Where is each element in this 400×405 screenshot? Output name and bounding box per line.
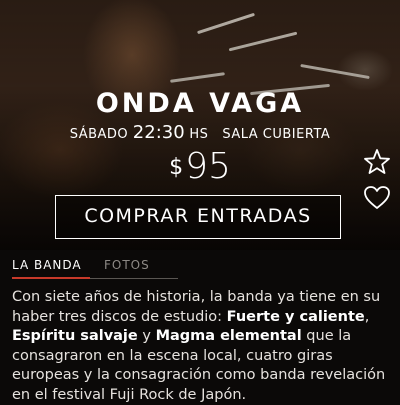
event-time: 22:30: [132, 122, 185, 143]
album-title: Fuerte y caliente: [226, 308, 365, 325]
album-title: Magma elemental: [155, 328, 302, 344]
band-description: Con siete años de historia, la banda ya …: [12, 288, 392, 405]
event-title: ONDA VAGA: [95, 88, 305, 119]
tab-la-banda[interactable]: LA BANDA: [12, 258, 82, 272]
price-currency: $: [169, 155, 184, 180]
event-meta: SÁBADO 22:30 HS SALA CUBIERTA: [0, 122, 400, 143]
album-title: Espíritu salvaje: [12, 328, 138, 344]
heart-icon[interactable]: [363, 184, 391, 212]
event-day: SÁBADO: [69, 127, 129, 142]
star-icon[interactable]: [363, 148, 391, 176]
tab-bar: LA BANDA FOTOS: [12, 258, 182, 280]
description-separator: ,: [364, 308, 370, 325]
price-amount: 95: [185, 146, 231, 187]
event-venue: SALA CUBIERTA: [222, 127, 331, 142]
description-separator: y: [137, 328, 156, 344]
event-time-suffix: HS: [189, 127, 209, 142]
buy-tickets-button[interactable]: COMPRAR ENTRADAS: [55, 195, 341, 239]
event-price: $95: [0, 146, 400, 187]
active-tab-indicator: [12, 277, 90, 279]
tab-fotos[interactable]: FOTOS: [104, 258, 150, 272]
